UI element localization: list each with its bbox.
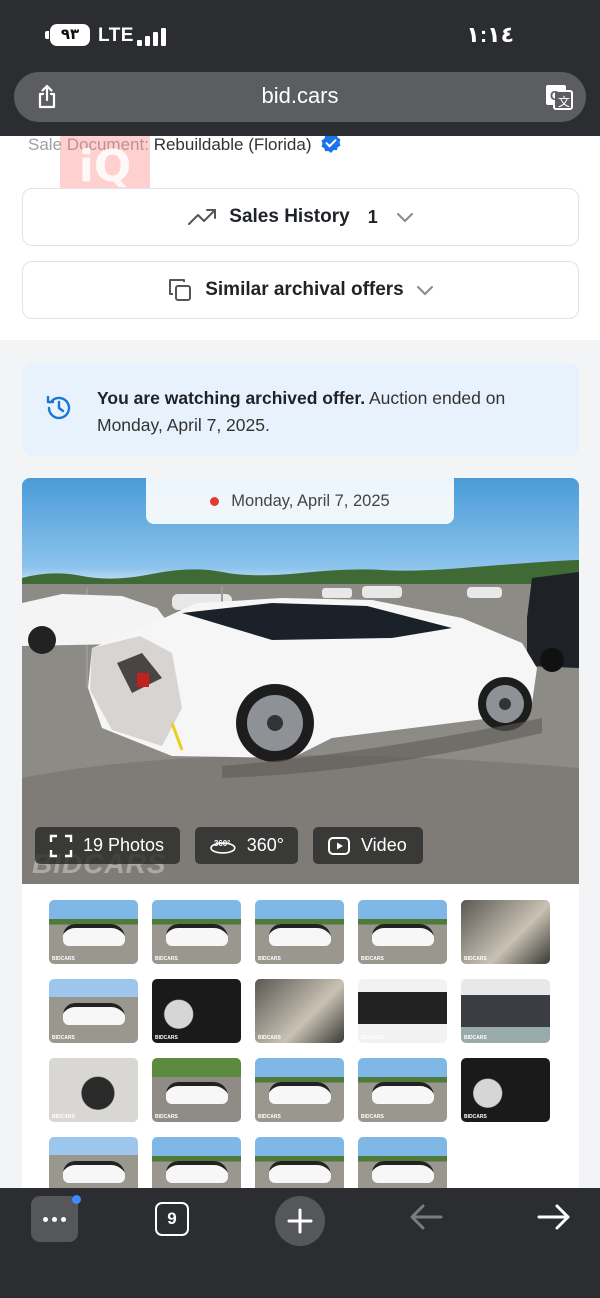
- new-tab-button[interactable]: [275, 1196, 325, 1246]
- similar-offers-label: Similar archival offers: [205, 279, 404, 300]
- car-silhouette: [63, 924, 125, 946]
- translate-icon[interactable]: G 文: [544, 82, 574, 112]
- url-text[interactable]: bid.cars: [14, 83, 586, 109]
- car-silhouette: [166, 924, 228, 946]
- similar-offers-toggle[interactable]: Similar archival offers: [22, 261, 579, 319]
- video-label: Video: [361, 835, 407, 855]
- notification-dot: [72, 1195, 81, 1204]
- car-silhouette: [372, 1161, 434, 1183]
- thumbnail-watermark: BIDCARS: [155, 1114, 178, 1120]
- battery-indicator: ٩٣: [45, 24, 90, 46]
- sales-history-label: Sales History: [229, 206, 350, 227]
- history-icon: [46, 395, 71, 420]
- sales-history-toggle[interactable]: Sales History 1: [22, 188, 579, 246]
- main-photo[interactable]: Monday, April 7, 2025 BIDCARS 19 Photos …: [22, 478, 579, 884]
- photo-thumbnail[interactable]: BIDCARS: [152, 900, 241, 964]
- car-photo: [22, 560, 579, 884]
- trending-up-icon: [188, 209, 217, 225]
- thumbnail-watermark: BIDCARS: [52, 1114, 75, 1120]
- sales-history-count: 1: [367, 206, 378, 227]
- svg-text:文: 文: [558, 94, 570, 109]
- photo-thumbnail[interactable]: BIDCARS: [49, 900, 138, 964]
- address-bar[interactable]: bid.cars G 文: [14, 72, 586, 122]
- network-type: LTE: [98, 25, 134, 46]
- clock: ١:١٤: [466, 22, 514, 47]
- signal-icon: [137, 26, 169, 46]
- sale-document-value: Rebuildable (Florida): [153, 136, 312, 154]
- photo-thumbnail[interactable]: BIDCARS: [255, 1058, 344, 1122]
- tabs-button[interactable]: 9: [155, 1202, 189, 1236]
- more-icon: [43, 1216, 48, 1222]
- notice-bold: You are watching archived offer.: [97, 388, 366, 408]
- thumbnail-watermark: BIDCARS: [464, 1035, 487, 1041]
- car-silhouette: [269, 1161, 331, 1183]
- status-bar: ٩٣ LTE ١:١٤: [0, 0, 600, 70]
- photo-thumbnail[interactable]: BIDCARS: [49, 979, 138, 1043]
- thumbnail-watermark: BIDCARS: [52, 956, 75, 962]
- photo-thumbnail[interactable]: BIDCARS: [358, 979, 447, 1043]
- photo-thumbnail[interactable]: BIDCARS: [461, 900, 550, 964]
- photo-thumbnail[interactable]: BIDCARS: [152, 1137, 241, 1188]
- thumbnail-watermark: BIDCARS: [258, 956, 281, 962]
- car-silhouette: [372, 1082, 434, 1104]
- view-360-button[interactable]: 360° 360°: [195, 827, 298, 864]
- photo-thumbnail[interactable]: BIDCARS: [461, 979, 550, 1043]
- svg-text:360°: 360°: [214, 839, 230, 848]
- car-silhouette: [269, 1082, 331, 1104]
- play-icon: [328, 836, 350, 855]
- photo-thumbnail[interactable]: BIDCARS: [358, 900, 447, 964]
- web-content: Sale Document: Rebuildable (Florida) iQ …: [0, 136, 600, 1188]
- photo-thumbnail[interactable]: BIDCARS: [49, 1137, 138, 1188]
- car-silhouette: [63, 1003, 125, 1025]
- thumbnail-watermark: BIDCARS: [361, 956, 384, 962]
- thumbnail-watermark: BIDCARS: [361, 1114, 384, 1120]
- car-silhouette: [63, 1161, 125, 1183]
- plus-icon: [287, 1208, 313, 1234]
- car-silhouette: [269, 924, 331, 946]
- car-silhouette: [166, 1161, 228, 1183]
- auction-date-pill: Monday, April 7, 2025: [146, 478, 454, 524]
- thumbnail-watermark: BIDCARS: [155, 956, 178, 962]
- photo-thumbnail[interactable]: BIDCARS: [49, 1058, 138, 1122]
- fullscreen-icon: [49, 834, 73, 857]
- video-button[interactable]: Video: [313, 827, 423, 864]
- auction-date: Monday, April 7, 2025: [231, 491, 390, 510]
- photo-thumbnail[interactable]: BIDCARS: [152, 979, 241, 1043]
- menu-button[interactable]: [31, 1196, 78, 1242]
- photo-thumbnail[interactable]: BIDCARS: [152, 1058, 241, 1122]
- car-silhouette: [372, 924, 434, 946]
- car-silhouette: [166, 1082, 228, 1104]
- back-arrow-icon[interactable]: [408, 1202, 444, 1232]
- photos-count-label: 19 Photos: [83, 835, 165, 855]
- thumbnail-grid: BIDCARS BIDCARS BIDCARS BIDCARS BIDCARS BIDCA…: [22, 884, 579, 1188]
- photo-thumbnail[interactable]: BIDCARS: [358, 1058, 447, 1122]
- archived-notice: You are watching archived offer. Auction…: [22, 363, 579, 456]
- view-360-label: 360°: [246, 835, 284, 855]
- forward-arrow-icon[interactable]: [536, 1202, 572, 1232]
- photo-thumbnail[interactable]: BIDCARS: [255, 900, 344, 964]
- thumbnail-watermark: BIDCARS: [155, 1035, 178, 1041]
- thumbnail-watermark: BIDCARS: [52, 1035, 75, 1041]
- status-dot: [210, 496, 220, 506]
- lot-info-card: Sale Document: Rebuildable (Florida) iQ …: [0, 136, 600, 340]
- thumbnail-watermark: BIDCARS: [361, 1035, 384, 1041]
- photos-button[interactable]: 19 Photos: [35, 827, 180, 864]
- photo-thumbnail[interactable]: BIDCARS: [255, 1137, 344, 1188]
- browser-toolbar: 9: [0, 1188, 600, 1298]
- chevron-down-icon: [416, 286, 433, 296]
- view-360-icon: 360°: [210, 839, 236, 854]
- thumbnail-watermark: BIDCARS: [464, 956, 487, 962]
- photo-thumbnail[interactable]: BIDCARS: [461, 1058, 550, 1122]
- thumbnail-watermark: BIDCARS: [464, 1114, 487, 1120]
- photo-thumbnail[interactable]: BIDCARS: [255, 979, 344, 1043]
- thumbnail-watermark: BIDCARS: [258, 1114, 281, 1120]
- photo-thumbnail[interactable]: BIDCARS: [358, 1137, 447, 1188]
- thumbnail-watermark: BIDCARS: [258, 1035, 281, 1041]
- verified-icon: [321, 136, 341, 153]
- copy-icon: [169, 279, 192, 301]
- chevron-down-icon: [396, 213, 413, 223]
- notice-text: You are watching archived offer. Auction…: [97, 385, 537, 439]
